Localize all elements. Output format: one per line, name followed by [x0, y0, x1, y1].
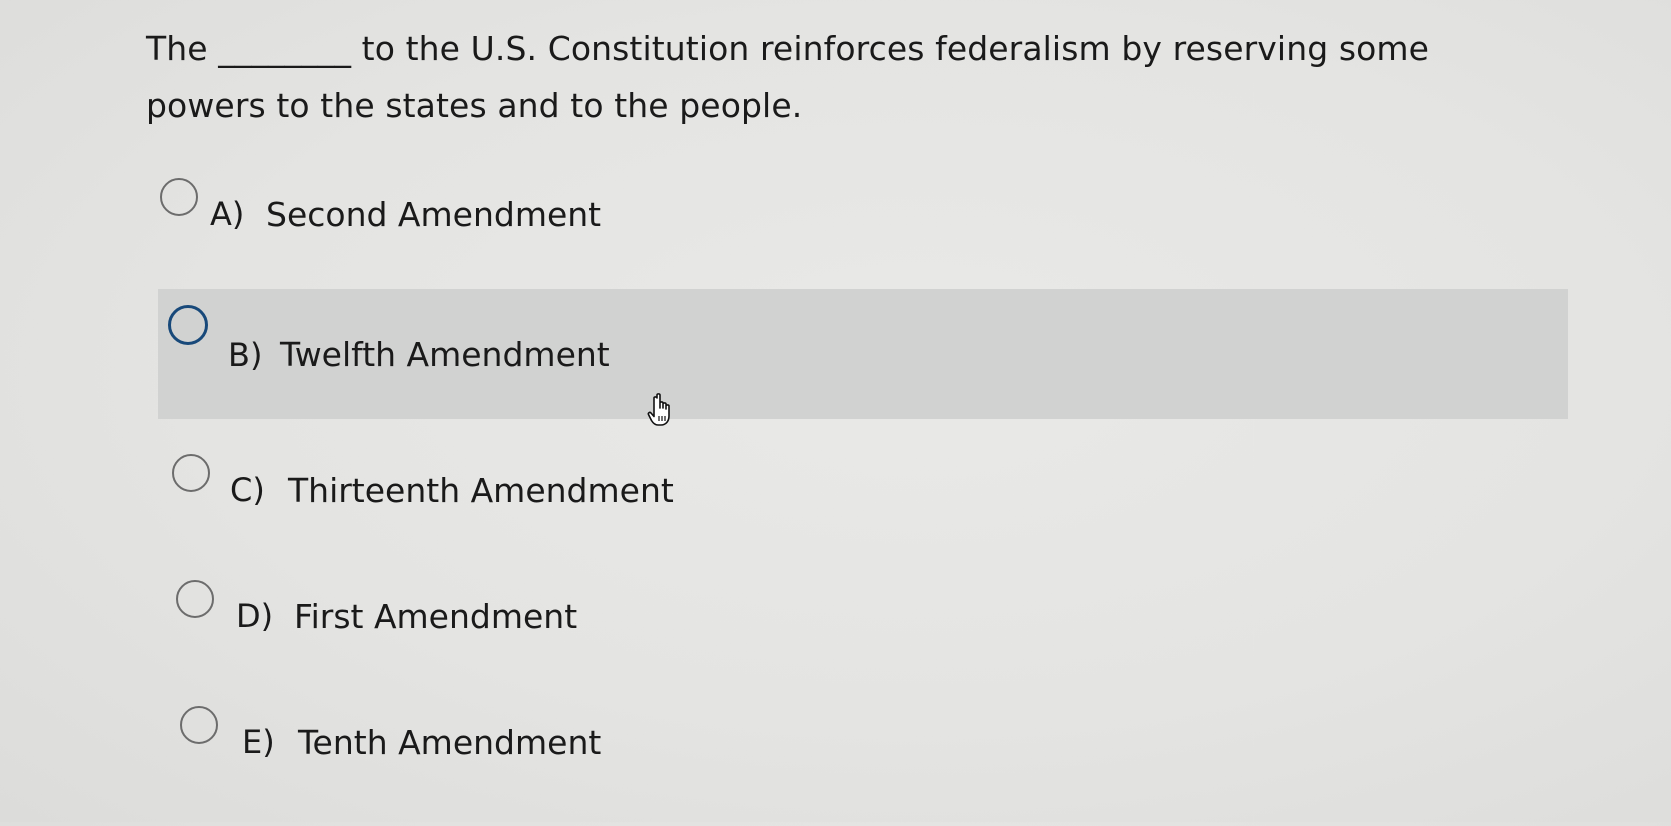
- radio-button-icon[interactable]: [172, 454, 210, 492]
- radio-button-icon[interactable]: [168, 305, 208, 345]
- radio-button-icon[interactable]: [176, 580, 214, 618]
- option-label: Twelfth Amendment: [280, 335, 610, 374]
- option-letter: E): [242, 723, 275, 761]
- answer-option-b[interactable]: B) Twelfth Amendment: [158, 289, 1568, 419]
- answer-option-e[interactable]: E) Tenth Amendment: [158, 696, 1568, 826]
- option-letter: D): [236, 597, 274, 635]
- option-label: Second Amendment: [266, 195, 602, 234]
- option-label: First Amendment: [294, 597, 578, 636]
- question-text: The ________ to the U.S. Constitution re…: [146, 29, 1430, 125]
- radio-button-icon[interactable]: [180, 706, 218, 744]
- option-letter: A): [210, 195, 245, 233]
- hand-pointer-icon: [647, 393, 670, 426]
- option-letter: B): [228, 336, 263, 374]
- answer-option-c[interactable]: C) Thirteenth Amendment: [158, 440, 1568, 570]
- option-label: Thirteenth Amendment: [288, 471, 674, 510]
- option-label: Tenth Amendment: [298, 723, 602, 762]
- answer-option-a[interactable]: A) Second Amendment: [158, 164, 1568, 294]
- option-letter: C): [230, 471, 265, 509]
- answer-option-d[interactable]: D) First Amendment: [158, 570, 1568, 700]
- radio-button-icon[interactable]: [160, 178, 198, 216]
